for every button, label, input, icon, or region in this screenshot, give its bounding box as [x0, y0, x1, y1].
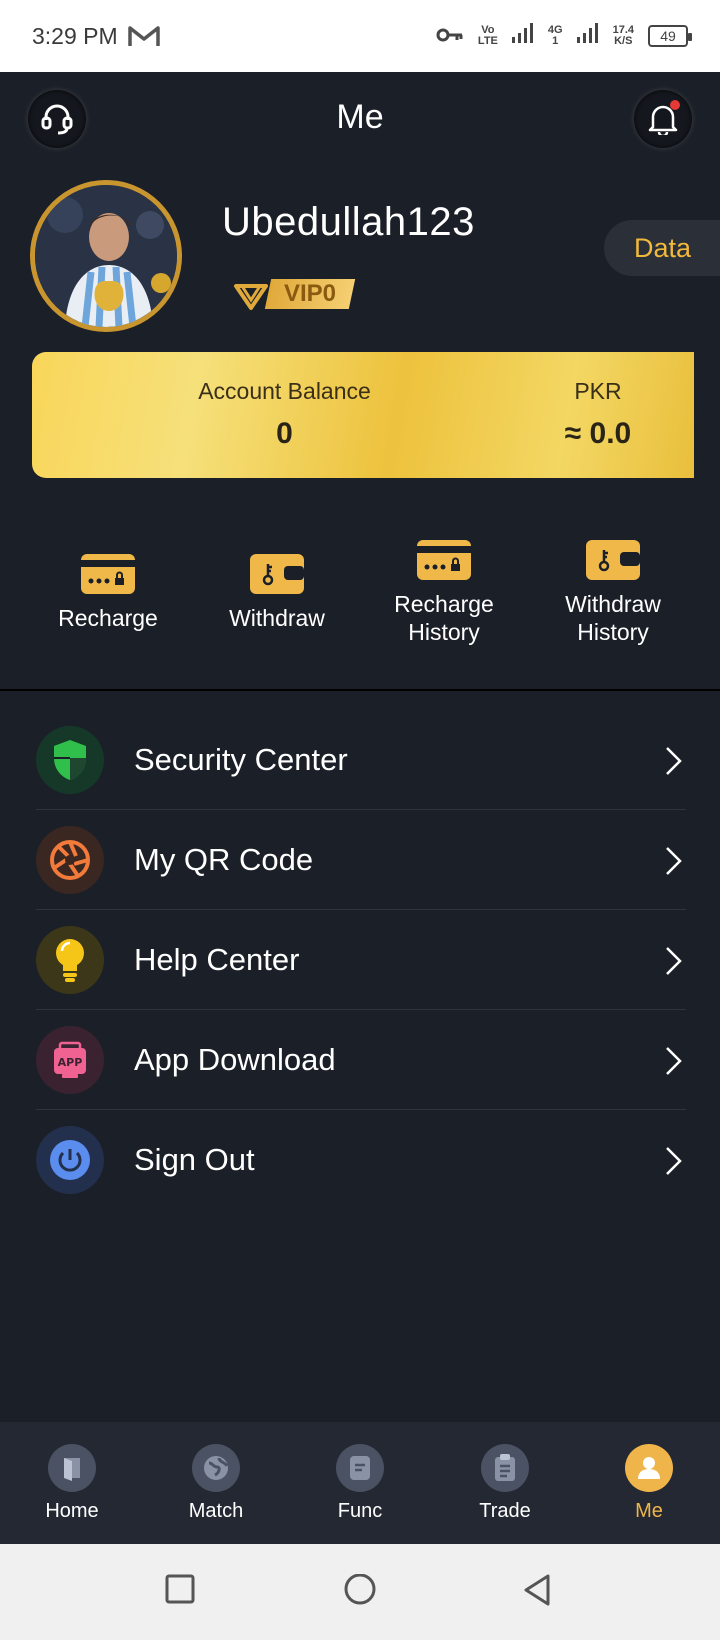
clipboard-icon — [481, 1444, 529, 1492]
menu-item-my-qr-code[interactable]: My QR Code — [36, 810, 686, 910]
user-icon — [625, 1444, 673, 1492]
menu-item-help-center[interactable]: Help Center — [36, 910, 686, 1010]
username: Ubedullah123 — [222, 200, 475, 244]
home-icon — [48, 1444, 96, 1492]
chevron-right-icon — [666, 1147, 682, 1175]
card-icon — [81, 554, 135, 594]
avatar[interactable] — [30, 180, 182, 332]
status-time: 3:29 PM — [32, 22, 118, 49]
withdraw-history-label-1: Withdraw — [565, 591, 661, 617]
withdraw-button[interactable]: Withdraw — [193, 550, 361, 632]
home-button-icon[interactable] — [343, 1574, 377, 1608]
vip-level: VIP0 — [283, 280, 337, 307]
menu-item-sign-out[interactable]: Sign Out — [36, 1110, 686, 1210]
currency-value: ≈ 0.0 — [564, 417, 632, 450]
signal-icon — [511, 23, 534, 49]
network-speed: 17.4 K/S — [612, 24, 634, 47]
app-icon: APP — [36, 1025, 104, 1094]
volte-indicator: Vo LTE — [477, 24, 498, 47]
menu-label: App Download — [134, 1041, 336, 1077]
withdraw-history-label-2: History — [577, 619, 649, 645]
menu-label: My QR Code — [134, 841, 314, 877]
func-icon — [336, 1444, 384, 1492]
system-navigation-bar — [0, 1544, 720, 1640]
account-balance-value: 0 — [276, 417, 293, 450]
data-button[interactable]: Data — [604, 220, 720, 276]
recharge-history-label-1: Recharge — [394, 591, 494, 617]
balance-card: Account Balance 0 PKR ≈ 0.0 — [32, 352, 694, 478]
customer-service-button[interactable] — [28, 90, 86, 148]
page-header: Me — [0, 72, 720, 162]
menu-label: Sign Out — [134, 1142, 255, 1177]
recharge-history-label-2: History — [408, 619, 480, 645]
quick-actions: Recharge Withdraw Recharge History Withd… — [0, 530, 720, 670]
chevron-right-icon — [666, 1047, 682, 1075]
wallet-icon — [250, 554, 304, 594]
notification-dot — [670, 100, 680, 110]
aperture-icon — [36, 825, 104, 894]
globe-icon — [192, 1444, 240, 1492]
recent-apps-icon[interactable] — [165, 1574, 195, 1604]
nav-func[interactable]: Func — [305, 1444, 415, 1523]
menu-label: Security Center — [134, 741, 348, 777]
recharge-label: Recharge — [58, 605, 158, 631]
gmail-icon — [127, 24, 160, 48]
bottom-nav: Home Match Func Trade Me — [0, 1422, 720, 1544]
headset-icon — [41, 104, 73, 135]
recharge-button[interactable]: Recharge — [24, 550, 192, 632]
chevron-right-icon — [666, 947, 682, 975]
menu-item-security-center[interactable]: Security Center — [36, 710, 686, 810]
account-balance-label: Account Balance — [198, 378, 371, 404]
battery-icon: 49 — [648, 25, 692, 47]
back-icon[interactable] — [522, 1574, 552, 1606]
recharge-history-button[interactable]: Recharge History — [360, 536, 528, 646]
wallet-history-icon — [586, 540, 640, 580]
withdraw-history-button[interactable]: Withdraw History — [529, 536, 697, 646]
app-icon-text: APP — [58, 1056, 83, 1069]
nav-trade[interactable]: Trade — [450, 1444, 560, 1523]
card-history-icon — [417, 540, 471, 580]
shield-icon — [36, 725, 104, 794]
signal-icon-2 — [576, 23, 599, 49]
vpn-key-icon — [436, 23, 464, 49]
chevron-right-icon — [666, 847, 682, 875]
lightbulb-icon — [36, 925, 104, 994]
nav-home[interactable]: Home — [17, 1444, 127, 1523]
withdraw-label: Withdraw — [229, 605, 325, 631]
section-divider — [0, 689, 720, 691]
page-title: Me — [336, 97, 384, 136]
power-icon — [36, 1126, 104, 1194]
settings-menu: Security Center My QR Code Help Center A… — [36, 710, 686, 1210]
nav-me[interactable]: Me — [594, 1444, 704, 1523]
network-4g-indicator: 4G 1 — [547, 24, 563, 47]
currency-label: PKR — [574, 378, 622, 404]
menu-label: Help Center — [134, 941, 300, 977]
chevron-right-icon — [666, 747, 682, 775]
nav-match[interactable]: Match — [161, 1444, 271, 1523]
notification-button[interactable] — [634, 90, 692, 148]
vip-badge: VIP0 — [232, 276, 356, 312]
status-bar: 3:29 PM Vo LTE 4G 1 17.4 K/S 49 — [0, 0, 720, 72]
menu-item-app-download[interactable]: APP App Download — [36, 1010, 686, 1110]
